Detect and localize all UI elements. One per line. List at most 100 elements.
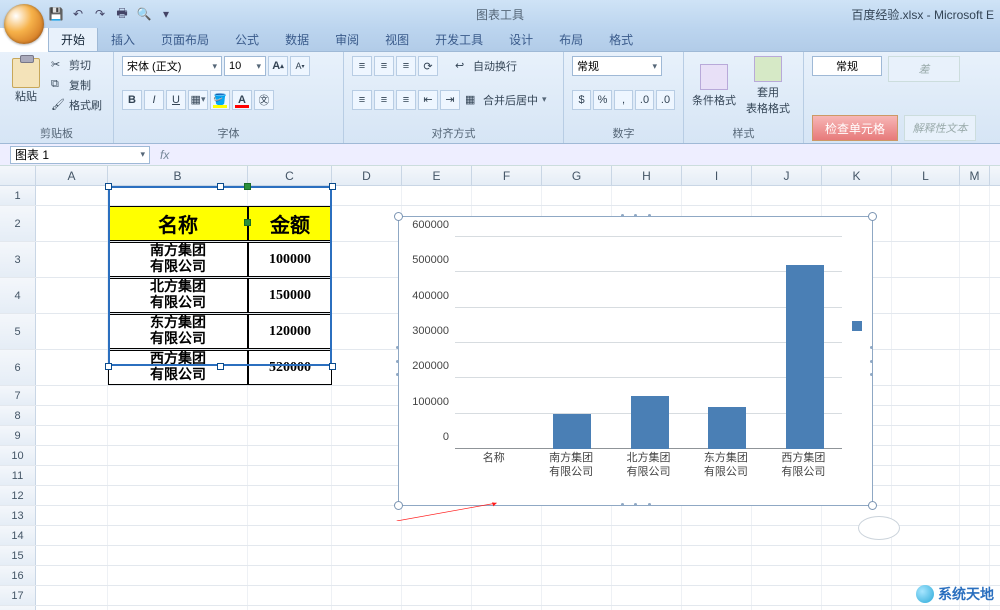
copy-button[interactable]: ⧉复制	[48, 76, 105, 94]
selection-handle[interactable]	[105, 183, 112, 190]
wrap-text-button[interactable]: ↩自动换行	[452, 56, 520, 76]
row-header[interactable]: 10	[0, 446, 36, 465]
underline-button[interactable]: U	[166, 90, 186, 110]
table-cell[interactable]: 东方集团 有限公司	[108, 314, 248, 349]
align-middle-button[interactable]: ≡	[374, 56, 394, 76]
percent-button[interactable]: %	[593, 90, 612, 110]
col-header[interactable]: G	[542, 166, 612, 185]
chart-resize-handle[interactable]	[868, 212, 877, 221]
formula-bar[interactable]	[175, 146, 1000, 164]
row-header[interactable]: 1	[0, 186, 36, 205]
embedded-chart[interactable]: 0 100000 200000 300000 400000 500000 600…	[398, 216, 873, 506]
conditional-formatting-button[interactable]: 条件格式	[692, 64, 736, 108]
chart-plot-area[interactable]	[455, 237, 842, 449]
col-header[interactable]: H	[612, 166, 682, 185]
font-color-button[interactable]: A	[232, 90, 252, 110]
col-header[interactable]: J	[752, 166, 822, 185]
grow-font-button[interactable]: A▴	[268, 56, 288, 76]
cell-style-explain[interactable]: 解释性文本	[904, 115, 976, 141]
font-size-select[interactable]: 10▾	[224, 56, 266, 76]
format-painter-button[interactable]: 🖌格式刷	[48, 96, 105, 114]
chart-resize-handle[interactable]	[868, 501, 877, 510]
fill-color-button[interactable]: 🪣	[210, 90, 230, 110]
table-cell[interactable]: 北方集团 有限公司	[108, 278, 248, 313]
format-as-table-button[interactable]: 套用 表格格式	[746, 56, 790, 116]
align-top-button[interactable]: ≡	[352, 56, 372, 76]
currency-button[interactable]: $	[572, 90, 591, 110]
col-header[interactable]: E	[402, 166, 472, 185]
align-left-button[interactable]: ≡	[352, 90, 372, 110]
row-header[interactable]: 3	[0, 242, 36, 277]
table-cell[interactable]: 南方集团 有限公司	[108, 242, 248, 277]
row-header[interactable]: 2	[0, 206, 36, 241]
col-header[interactable]: B	[108, 166, 248, 185]
col-header[interactable]: D	[332, 166, 402, 185]
number-format-select[interactable]: 常规▾	[572, 56, 662, 76]
row-header[interactable]: 14	[0, 526, 36, 545]
bold-button[interactable]: B	[122, 90, 142, 110]
selection-handle[interactable]	[217, 363, 224, 370]
tab-developer[interactable]: 开发工具	[422, 26, 496, 51]
col-header[interactable]: F	[472, 166, 542, 185]
tab-design[interactable]: 设计	[496, 26, 546, 51]
chart-bar[interactable]	[786, 265, 824, 449]
col-header[interactable]: M	[960, 166, 990, 185]
merge-center-button[interactable]: ▦合并后居中▾	[462, 90, 550, 110]
orientation-button[interactable]: ⟳	[418, 56, 438, 76]
selection-handle[interactable]	[244, 219, 251, 226]
selection-handle[interactable]	[329, 363, 336, 370]
tab-layout[interactable]: 布局	[546, 26, 596, 51]
phonetic-button[interactable]: ㉆	[254, 90, 274, 110]
row-header[interactable]: 11	[0, 466, 36, 485]
qat-dropdown-icon[interactable]: ▾	[158, 6, 174, 22]
table-header-amount[interactable]: 金额	[248, 206, 332, 241]
row-header[interactable]: 8	[0, 406, 36, 425]
row-header[interactable]: 7	[0, 386, 36, 405]
tab-home[interactable]: 开始	[48, 26, 98, 51]
spreadsheet-grid[interactable]: A B C D E F G H I J K L M 1 2名称金额 3南方集团 …	[0, 166, 1000, 610]
row-header[interactable]: 4	[0, 278, 36, 313]
chart-bar[interactable]	[708, 407, 746, 449]
chart-bar[interactable]	[631, 396, 669, 449]
table-header-name[interactable]: 名称	[108, 206, 248, 241]
row-header[interactable]: 16	[0, 566, 36, 585]
row-header[interactable]: 17	[0, 586, 36, 605]
table-cell[interactable]: 150000	[248, 278, 332, 313]
border-button[interactable]: ▦▾	[188, 90, 208, 110]
increase-decimal-button[interactable]: .0	[635, 90, 654, 110]
decrease-decimal-button[interactable]: .0	[656, 90, 675, 110]
cell-style-bad[interactable]: 差	[888, 56, 960, 82]
col-header[interactable]: A	[36, 166, 108, 185]
fx-icon[interactable]: fx	[160, 148, 169, 162]
chart-resize-handle[interactable]	[394, 501, 403, 510]
office-button[interactable]	[4, 4, 44, 44]
tab-format[interactable]: 格式	[596, 26, 646, 51]
col-header[interactable]: K	[822, 166, 892, 185]
col-header[interactable]: C	[248, 166, 332, 185]
qat-preview-icon[interactable]: 🔍	[136, 6, 152, 22]
table-cell[interactable]: 120000	[248, 314, 332, 349]
table-cell[interactable]: 100000	[248, 242, 332, 277]
table-cell[interactable]: 西方集团 有限公司	[108, 350, 248, 385]
row-header[interactable]: 15	[0, 546, 36, 565]
cut-button[interactable]: ✂剪切	[48, 56, 105, 74]
align-center-button[interactable]: ≡	[374, 90, 394, 110]
chart-bar[interactable]	[553, 414, 591, 449]
tab-insert[interactable]: 插入	[98, 26, 148, 51]
cell-style-check[interactable]: 检查单元格	[812, 115, 898, 141]
col-header[interactable]: I	[682, 166, 752, 185]
align-bottom-button[interactable]: ≡	[396, 56, 416, 76]
selection-handle[interactable]	[244, 183, 251, 190]
selection-handle[interactable]	[217, 183, 224, 190]
row-header[interactable]: 5	[0, 314, 36, 349]
select-all-button[interactable]	[0, 166, 36, 185]
qat-undo-icon[interactable]: ↶	[70, 6, 86, 22]
qat-save-icon[interactable]: 💾	[48, 6, 64, 22]
increase-indent-button[interactable]: ⇥	[440, 90, 460, 110]
row-header[interactable]: 6	[0, 350, 36, 385]
italic-button[interactable]: I	[144, 90, 164, 110]
qat-print-icon[interactable]: 🖶	[114, 6, 130, 22]
table-cell[interactable]: 520000	[248, 350, 332, 385]
decrease-indent-button[interactable]: ⇤	[418, 90, 438, 110]
cell-style-normal[interactable]: 常规	[812, 56, 882, 76]
